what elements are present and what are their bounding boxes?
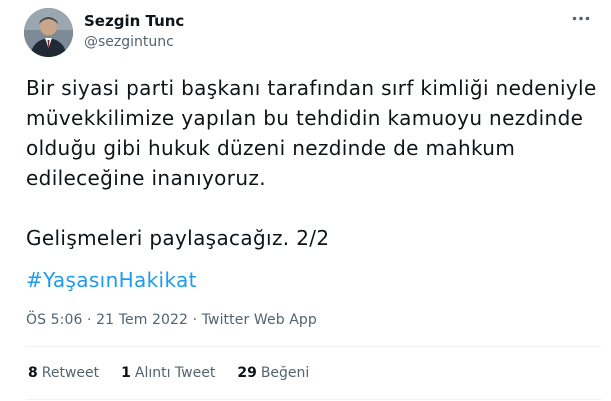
author-name[interactable]: Sezgin Tunc bbox=[84, 12, 184, 30]
tweet-text-line: Gelişmeleri paylaşacağız. 2/2 bbox=[26, 226, 330, 250]
likes-label: Beğeni bbox=[260, 365, 310, 381]
author-handle[interactable]: @sezgintunc bbox=[84, 34, 174, 50]
more-horizontal-icon bbox=[572, 16, 590, 20]
more-options-button[interactable] bbox=[566, 8, 596, 28]
tweet-source-link[interactable]: Twitter Web App bbox=[202, 312, 317, 328]
retweets-count: 8 bbox=[28, 365, 38, 381]
tweet-stats: 8 Retweet 1 Alıntı Tweet 29 Beğeni bbox=[28, 365, 331, 381]
quote-tweets-label: Alıntı Tweet bbox=[134, 365, 216, 381]
tweet-date-link[interactable]: 21 Tem 2022 bbox=[96, 312, 188, 328]
tweet-text-line: edileceğine inanıyoruz. bbox=[26, 166, 266, 190]
retweets-stat[interactable]: 8 Retweet bbox=[28, 365, 99, 381]
quote-tweets-count: 1 bbox=[121, 365, 131, 381]
hashtag-link[interactable]: #YaşasınHakikat bbox=[26, 265, 197, 295]
likes-stat[interactable]: 29 Beğeni bbox=[237, 365, 309, 381]
tweet-time-link[interactable]: ÖS 5:06 bbox=[26, 312, 83, 328]
avatar[interactable] bbox=[24, 8, 73, 57]
tweet-text-line: müvekkilimize yapılan bu tehdidin kamuoy… bbox=[26, 106, 584, 130]
meta-separator: · bbox=[188, 312, 202, 328]
quote-tweets-stat[interactable]: 1 Alıntı Tweet bbox=[121, 365, 215, 381]
tweet-text-line: olduğu gibi hukuk düzeni nezdinde de mah… bbox=[26, 136, 516, 160]
avatar-image bbox=[24, 8, 73, 57]
tweet-metadata: ÖS 5:06 · 21 Tem 2022 · Twitter Web App bbox=[26, 312, 317, 328]
tweet-text: Bir siyasi parti başkanı tarafından sırf… bbox=[26, 73, 601, 253]
meta-separator: · bbox=[82, 312, 97, 328]
likes-count: 29 bbox=[237, 365, 257, 381]
tweet-card: Sezgin Tunc @sezgintunc Bir siyasi parti… bbox=[0, 0, 611, 401]
retweets-label: Retweet bbox=[41, 365, 100, 381]
divider bbox=[26, 399, 601, 400]
divider bbox=[26, 346, 601, 347]
tweet-text-line: Bir siyasi parti başkanı tarafından sırf… bbox=[26, 76, 597, 100]
